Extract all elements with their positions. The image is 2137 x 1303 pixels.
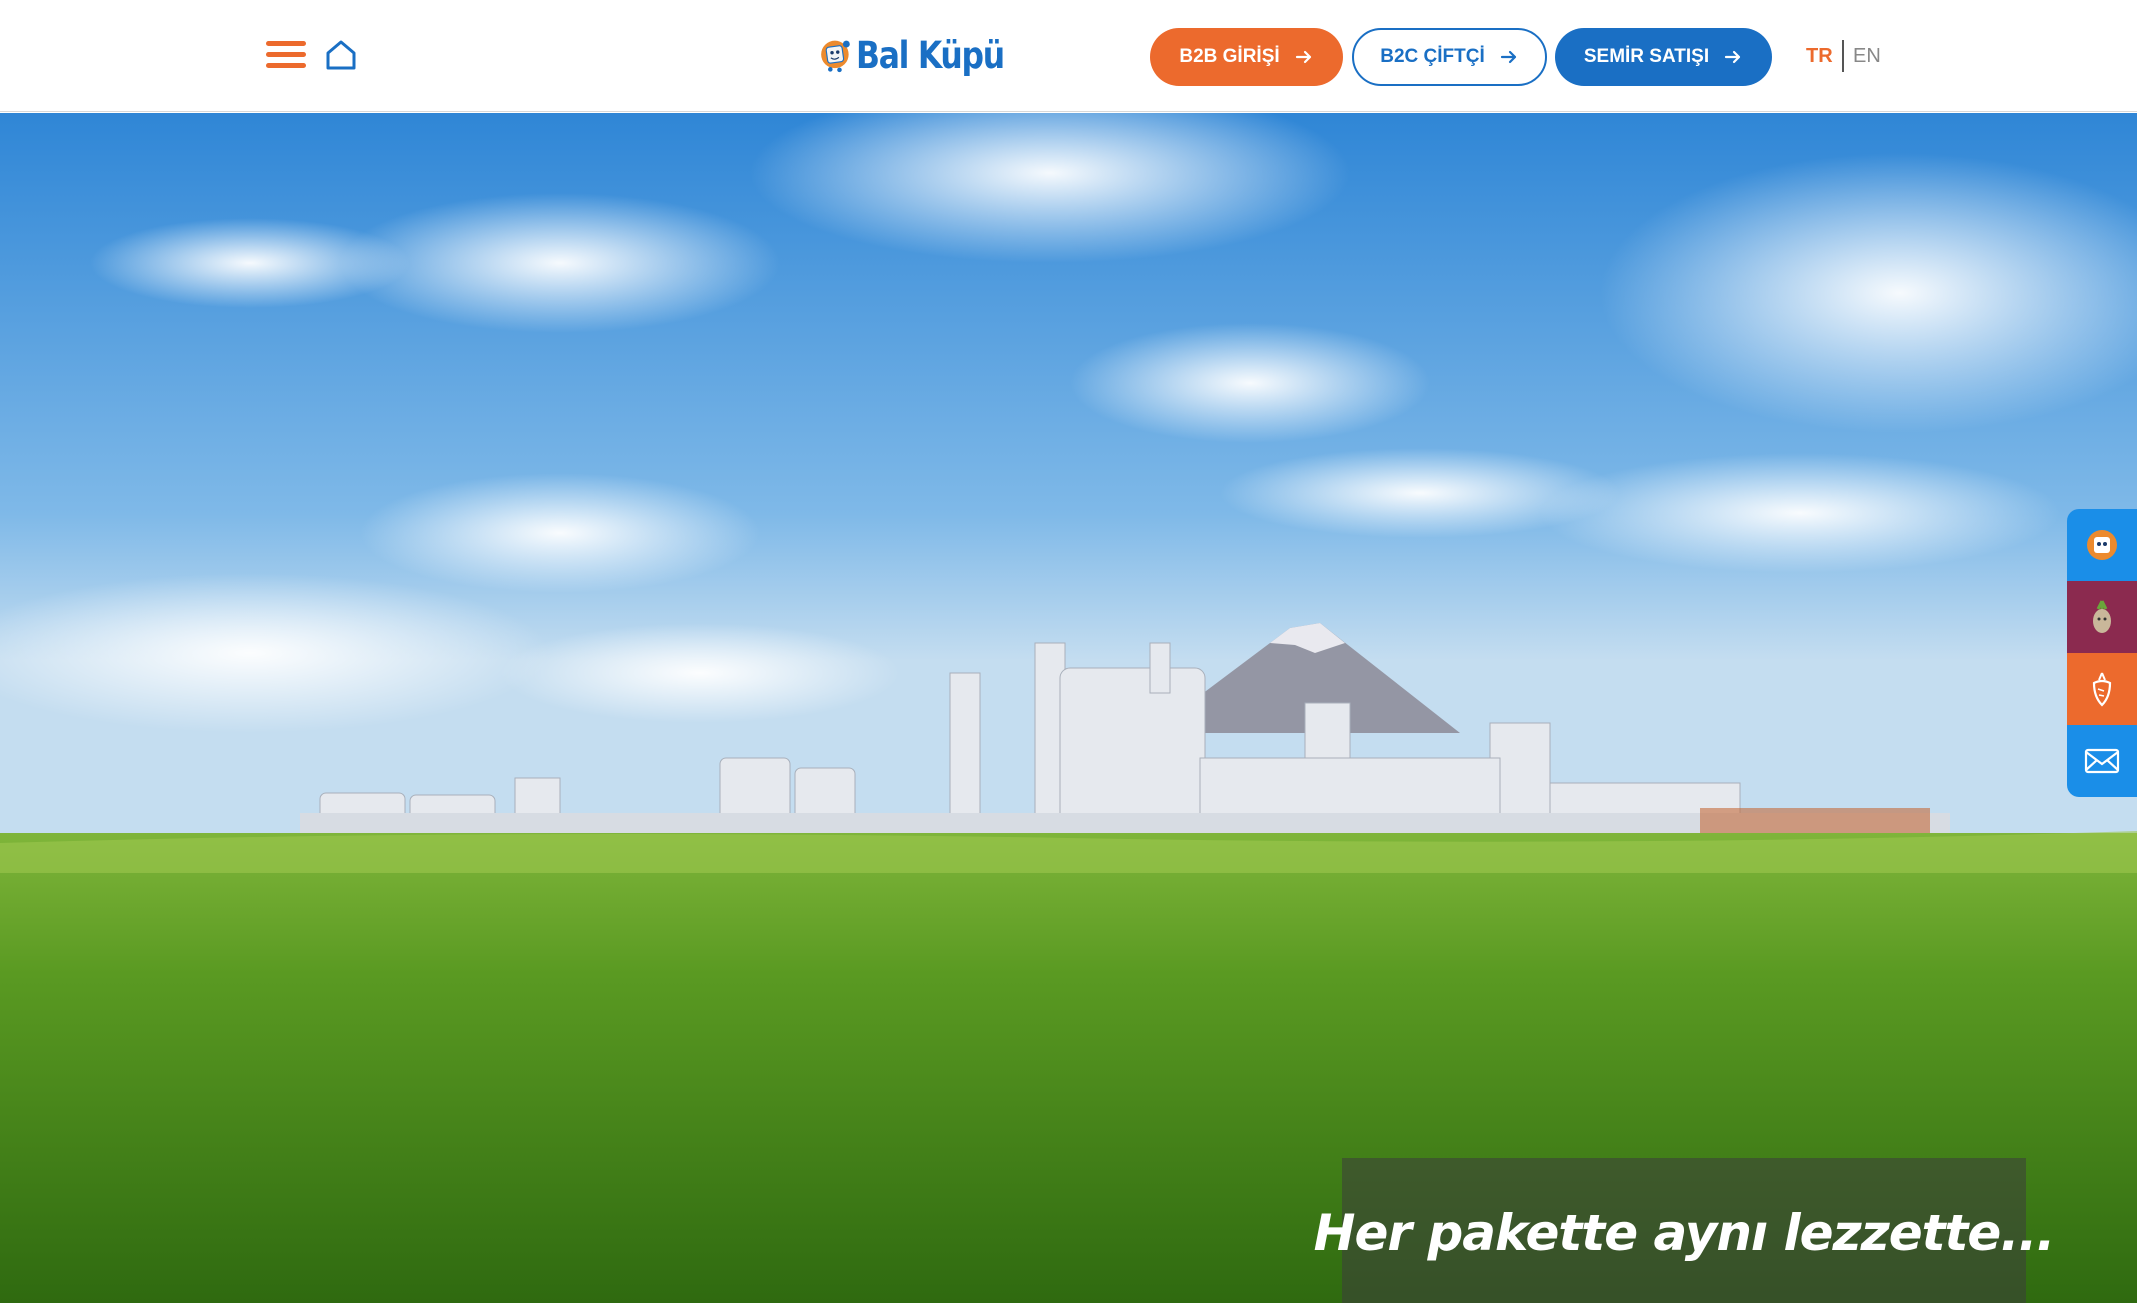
b2c-farmer-label: B2C ÇİFTÇİ — [1380, 46, 1485, 67]
language-divider — [1842, 40, 1844, 72]
sugar-beet-icon — [2092, 672, 2112, 707]
side-item-beet-character[interactable] — [2067, 581, 2137, 653]
site-header: Bal Küpü B2B GİRİŞİ B2C ÇİFTÇİ SEMİR SAT… — [0, 0, 2137, 112]
b2b-login-button[interactable]: B2B GİRİŞİ — [1150, 28, 1343, 86]
language-tr[interactable]: TR — [1806, 40, 1833, 72]
side-item-contact[interactable] — [2067, 725, 2137, 797]
home-icon[interactable] — [324, 38, 358, 72]
side-item-mascot[interactable] — [2067, 509, 2137, 581]
semir-sales-button[interactable]: SEMİR SATIŞI — [1555, 28, 1772, 86]
b2c-farmer-button[interactable]: B2C ÇİFTÇİ — [1352, 28, 1547, 86]
side-quick-menu — [2067, 509, 2137, 797]
hero-image — [0, 113, 2137, 1303]
logo-text: Bal Küpü — [856, 33, 1005, 77]
hero-caption-box: Her pakette aynı lezzette... — [1314, 1158, 2055, 1303]
side-item-sugar-beet[interactable] — [2067, 653, 2137, 725]
semir-sales-label: SEMİR SATIŞI — [1583, 46, 1710, 67]
hero-caption: Her pakette aynı lezzette... — [1313, 1204, 2056, 1262]
mascot-logo-icon — [821, 40, 850, 73]
b2b-login-label: B2B GİRİŞİ — [1179, 46, 1280, 67]
mail-icon — [2084, 748, 2120, 774]
hamburger-icon[interactable] — [266, 41, 306, 69]
logo[interactable]: Bal Küpü — [820, 22, 1030, 88]
language-en[interactable]: EN — [1853, 40, 1881, 72]
mascot-icon — [2087, 530, 2117, 560]
beet-character-icon — [2093, 600, 2111, 633]
arrow-right-icon — [1500, 50, 1516, 64]
arrow-right-icon — [1295, 50, 1311, 64]
arrow-right-icon — [1725, 50, 1741, 64]
hero-banner: Her pakette aynı lezzette... — [0, 113, 2137, 1303]
